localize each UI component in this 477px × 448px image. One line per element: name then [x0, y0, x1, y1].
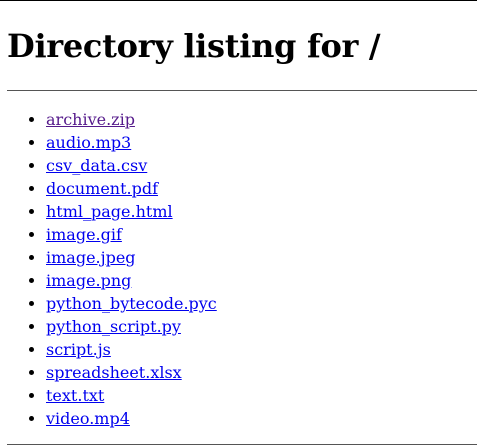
file-link[interactable]: archive.zip — [46, 110, 135, 129]
page-title: Directory listing for / — [7, 27, 381, 65]
list-item: spreadsheet.xlsx — [46, 361, 217, 384]
file-link[interactable]: csv_data.csv — [46, 156, 147, 175]
header-divider — [7, 90, 477, 91]
list-item: script.js — [46, 338, 217, 361]
file-link[interactable]: audio.mp3 — [46, 133, 131, 152]
list-item: text.txt — [46, 384, 217, 407]
file-link[interactable]: python_script.py — [46, 317, 181, 336]
file-list: archive.zip audio.mp3 csv_data.csv document… — [0, 108, 217, 430]
list-item: image.png — [46, 269, 217, 292]
list-item: image.gif — [46, 223, 217, 246]
list-item: html_page.html — [46, 200, 217, 223]
list-item: video.mp4 — [46, 407, 217, 430]
window-top-border — [0, 0, 477, 1]
file-link[interactable]: text.txt — [46, 386, 104, 405]
file-link[interactable]: html_page.html — [46, 202, 173, 221]
file-link[interactable]: python_bytecode.pyc — [46, 294, 217, 313]
list-item: archive.zip — [46, 108, 217, 131]
file-link[interactable]: image.jpeg — [46, 248, 136, 267]
list-item: python_bytecode.pyc — [46, 292, 217, 315]
file-link[interactable]: video.mp4 — [46, 409, 130, 428]
list-item: python_script.py — [46, 315, 217, 338]
file-link[interactable]: image.png — [46, 271, 131, 290]
file-link[interactable]: script.js — [46, 340, 111, 359]
list-item: document.pdf — [46, 177, 217, 200]
list-item: image.jpeg — [46, 246, 217, 269]
footer-divider — [7, 444, 477, 445]
file-link[interactable]: document.pdf — [46, 179, 158, 198]
file-link[interactable]: image.gif — [46, 225, 122, 244]
list-item: audio.mp3 — [46, 131, 217, 154]
list-item: csv_data.csv — [46, 154, 217, 177]
file-link[interactable]: spreadsheet.xlsx — [46, 363, 182, 382]
